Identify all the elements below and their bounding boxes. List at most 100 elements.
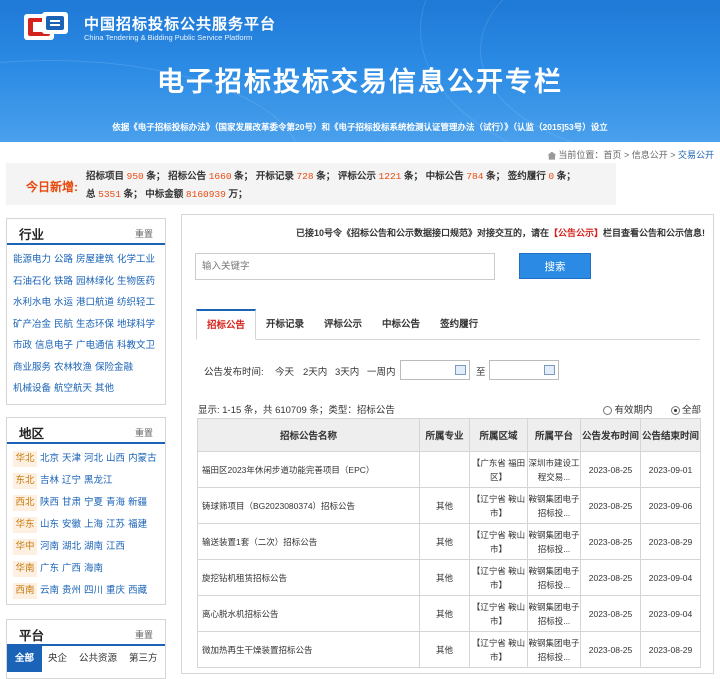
industry-tag[interactable]: 航空航天: [54, 378, 92, 400]
region-group-label[interactable]: 华北: [13, 451, 37, 467]
industry-tag[interactable]: 商业服务: [13, 357, 51, 379]
industry-tag[interactable]: 其他: [95, 378, 114, 400]
region-city-link[interactable]: 宁夏: [84, 497, 103, 508]
region-city-link[interactable]: 海南: [84, 563, 103, 574]
region-city-link[interactable]: 辽宁: [62, 475, 81, 486]
industry-tag[interactable]: 信息电子: [35, 335, 73, 357]
breadcrumb-info-link[interactable]: 信息公开: [632, 150, 668, 160]
date-option-2days[interactable]: 2天内: [303, 364, 327, 378]
platform-tab[interactable]: 第三方: [123, 646, 164, 672]
platform-logo-icon[interactable]: [22, 10, 70, 44]
region-city-link[interactable]: 河北: [84, 453, 103, 464]
industry-reset-button[interactable]: 重置: [135, 227, 153, 240]
industry-tag[interactable]: 保险金融: [95, 357, 133, 379]
breadcrumb-current[interactable]: 交易公开: [678, 150, 714, 160]
region-group-label[interactable]: 华东: [13, 517, 37, 533]
region-city-link[interactable]: 福建: [128, 519, 147, 530]
industry-tag[interactable]: 水运: [54, 292, 73, 314]
region-city-link[interactable]: 四川: [84, 585, 103, 596]
radio-valid[interactable]: [603, 405, 613, 415]
region-group-label[interactable]: 华南: [13, 561, 37, 577]
table-row[interactable]: 离心脱水机招标公告 其他 【辽宁省 鞍山市】 鞍钢集团电子招标投... 2023-08-…: [197, 595, 701, 632]
industry-tag[interactable]: 市政: [13, 335, 32, 357]
region-city-link[interactable]: 上海: [84, 519, 103, 530]
table-cell-name[interactable]: 微加热再生干燥装置招标公告: [197, 631, 420, 668]
region-city-link[interactable]: 西藏: [128, 585, 147, 596]
region-group-label[interactable]: 东北: [13, 473, 37, 489]
notice-type-tab[interactable]: 中标公告: [372, 309, 430, 340]
region-group-label[interactable]: 西南: [13, 583, 37, 599]
table-cell-name[interactable]: 输送装置1套（二次）招标公告: [197, 523, 420, 560]
region-city-link[interactable]: 广西: [62, 563, 81, 574]
industry-tag[interactable]: 生态环保: [76, 314, 114, 336]
notice-link[interactable]: 【公告公示】: [549, 228, 603, 238]
region-city-link[interactable]: 河南: [40, 541, 59, 552]
region-city-link[interactable]: 天津: [62, 453, 81, 464]
table-row[interactable]: 旋挖钻机租赁招标公告 其他 【辽宁省 鞍山市】 鞍钢集团电子招标投... 2023-08…: [197, 559, 701, 596]
end-date-input[interactable]: [489, 360, 559, 380]
region-city-link[interactable]: 湖北: [62, 541, 81, 552]
region-city-link[interactable]: 甘肃: [62, 497, 81, 508]
region-city-link[interactable]: 黑龙江: [84, 475, 113, 486]
industry-tag[interactable]: 农林牧渔: [54, 357, 92, 379]
search-input[interactable]: [195, 253, 495, 280]
table-cell-name[interactable]: 旋挖钻机租赁招标公告: [197, 559, 420, 596]
industry-tag[interactable]: 广电通信: [76, 335, 114, 357]
radio-all[interactable]: [670, 405, 680, 415]
industry-tag[interactable]: 能源电力: [13, 249, 51, 271]
industry-tag[interactable]: 园林绿化: [76, 271, 114, 293]
region-city-link[interactable]: 山西: [106, 453, 125, 464]
region-city-link[interactable]: 青海: [106, 497, 125, 508]
table-cell-name[interactable]: 离心脱水机招标公告: [197, 595, 420, 632]
industry-tag[interactable]: 水利水电: [13, 292, 51, 314]
region-city-link[interactable]: 山东: [40, 519, 59, 530]
date-option-today[interactable]: 今天: [275, 364, 294, 378]
region-city-link[interactable]: 内蒙古: [128, 453, 157, 464]
search-button[interactable]: 搜索: [519, 253, 591, 279]
region-reset-button[interactable]: 重置: [135, 426, 153, 439]
date-option-week[interactable]: 一周内: [367, 364, 396, 378]
industry-tag[interactable]: 矿产冶金: [13, 314, 51, 336]
notice-type-tab[interactable]: 招标公告: [196, 309, 257, 340]
region-city-link[interactable]: 陕西: [40, 497, 59, 508]
platform-tab[interactable]: 公共资源: [73, 646, 123, 672]
industry-tag[interactable]: 化学工业: [117, 249, 155, 271]
platform-tab[interactable]: 央企: [42, 646, 73, 672]
region-city-link[interactable]: 江西: [106, 541, 125, 552]
region-city-link[interactable]: 江苏: [106, 519, 125, 530]
platform-tab[interactable]: 全部: [7, 646, 43, 672]
region-city-link[interactable]: 湖南: [84, 541, 103, 552]
calendar-icon[interactable]: [455, 365, 466, 375]
table-row[interactable]: 福田区2023年休闲步道功能完善项目（EPC） 【广东省 福田区】 深圳市建设工程交…: [197, 451, 701, 488]
region-group-label[interactable]: 西北: [13, 495, 37, 511]
industry-tag[interactable]: 公路: [54, 249, 73, 271]
region-city-link[interactable]: 安徽: [62, 519, 81, 530]
industry-tag[interactable]: 房屋建筑: [76, 249, 114, 271]
region-city-link[interactable]: 北京: [40, 453, 59, 464]
industry-tag[interactable]: 地球科学: [117, 314, 155, 336]
industry-tag[interactable]: 港口航道: [76, 292, 114, 314]
start-date-input[interactable]: [400, 360, 470, 380]
table-row[interactable]: 铸球筛项目（BG2023080374）招标公告 其他 【辽宁省 鞍山市】 鞍钢集团电子…: [197, 487, 701, 524]
industry-tag[interactable]: 铁路: [54, 271, 73, 293]
platform-reset-button[interactable]: 重置: [135, 628, 153, 641]
calendar-icon[interactable]: [544, 365, 555, 375]
region-city-link[interactable]: 云南: [40, 585, 59, 596]
date-option-3days[interactable]: 3天内: [335, 364, 359, 378]
region-city-link[interactable]: 重庆: [106, 585, 125, 596]
region-city-link[interactable]: 广东: [40, 563, 59, 574]
notice-type-tab[interactable]: 开标记录: [256, 309, 314, 340]
industry-tag[interactable]: 科教文卫: [117, 335, 155, 357]
notice-type-tab[interactable]: 评标公示: [314, 309, 372, 340]
industry-tag[interactable]: 机械设备: [13, 378, 51, 400]
breadcrumb-home-link[interactable]: 首页: [603, 150, 621, 160]
notice-type-tab[interactable]: 签约履行: [430, 309, 488, 340]
industry-tag[interactable]: 石油石化: [13, 271, 51, 293]
table-row[interactable]: 输送装置1套（二次）招标公告 其他 【辽宁省 鞍山市】 鞍钢集团电子招标投... 202…: [197, 523, 701, 560]
region-city-link[interactable]: 新疆: [128, 497, 147, 508]
table-cell-name[interactable]: 福田区2023年休闲步道功能完善项目（EPC）: [197, 451, 420, 488]
region-city-link[interactable]: 贵州: [62, 585, 81, 596]
industry-tag[interactable]: 纺织轻工: [117, 292, 155, 314]
industry-tag[interactable]: 生物医药: [117, 271, 155, 293]
table-cell-name[interactable]: 铸球筛项目（BG2023080374）招标公告: [197, 487, 420, 524]
